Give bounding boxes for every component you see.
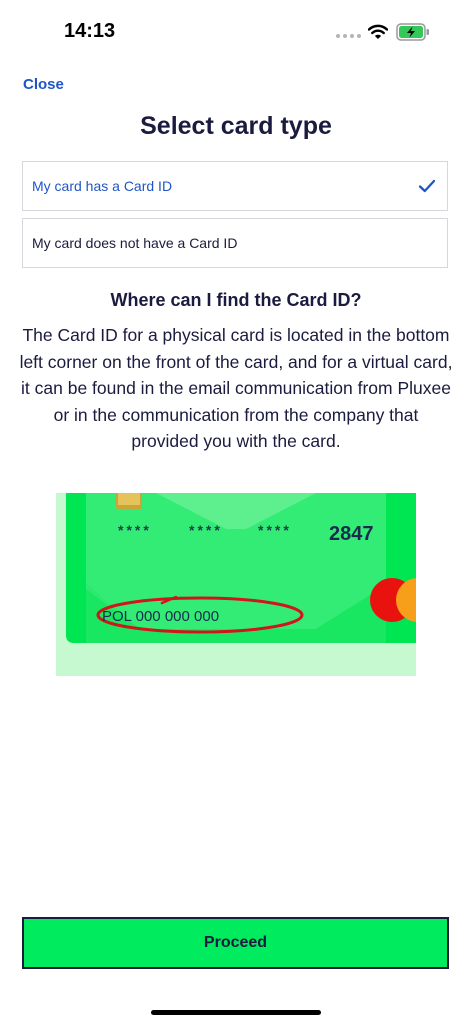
card-number-group: ****: [118, 522, 152, 538]
home-indicator: [151, 1010, 321, 1015]
option-label: My card does not have a Card ID: [32, 235, 238, 251]
help-heading: Where can I find the Card ID?: [110, 290, 362, 310]
option-no-card-id[interactable]: My card does not have a Card ID: [22, 218, 448, 268]
help-text: The Card ID for a physical card is locat…: [19, 325, 453, 451]
card-last-digits: 2847: [329, 523, 374, 545]
proceed-button[interactable]: Proceed: [22, 917, 449, 969]
option-has-card-id[interactable]: My card has a Card ID: [22, 161, 448, 211]
close-link[interactable]: Close: [23, 76, 64, 93]
status-bar: 14:13: [0, 0, 472, 64]
option-label: My card has a Card ID: [32, 178, 173, 194]
page-title: Select card type: [140, 112, 332, 140]
checkmark-icon: [418, 179, 436, 193]
card-id-sample: POL 000 000 000: [102, 608, 219, 625]
cellular-signal-icon: [336, 34, 361, 38]
status-time: 14:13: [64, 20, 116, 42]
card-number-group: ****: [189, 522, 223, 538]
card-number-group: ****: [258, 522, 292, 538]
card-illustration: **** **** **** 2847 POL 000 000 000: [56, 493, 416, 676]
wifi-icon: [368, 24, 388, 39]
battery-charging-icon: [396, 23, 429, 41]
